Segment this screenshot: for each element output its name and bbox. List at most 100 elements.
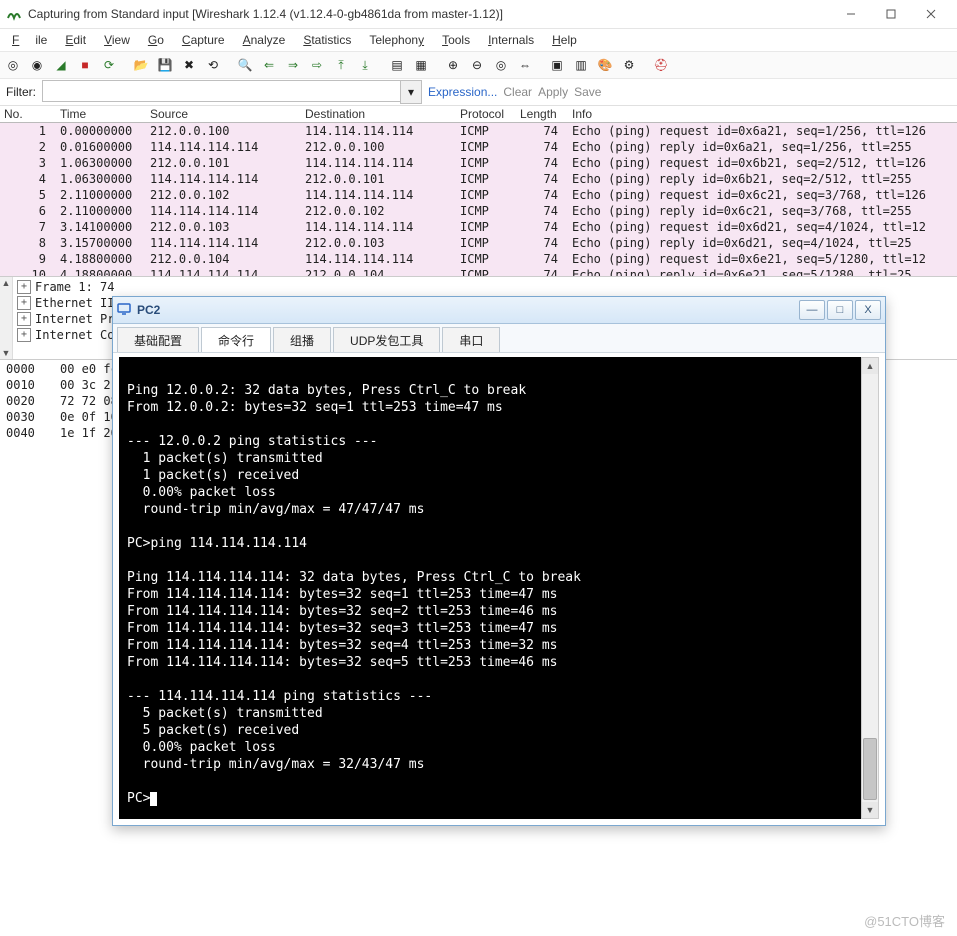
col-source[interactable]: Source bbox=[146, 107, 301, 121]
scroll-up-icon[interactable]: ▲ bbox=[0, 277, 12, 289]
menu-statistics[interactable]: Statistics bbox=[295, 31, 359, 49]
apply-button[interactable]: Apply bbox=[538, 85, 568, 99]
col-length[interactable]: Length bbox=[516, 107, 568, 121]
tab-udp[interactable]: UDP发包工具 bbox=[333, 327, 440, 352]
save-filter-button[interactable]: Save bbox=[574, 85, 601, 99]
maximize-button[interactable] bbox=[871, 2, 911, 26]
table-row[interactable]: 20.01600000114.114.114.114212.0.0.100ICM… bbox=[0, 139, 957, 155]
display-filters-icon[interactable]: ▥ bbox=[570, 54, 592, 76]
capture-filters-icon[interactable]: ▣ bbox=[546, 54, 568, 76]
tab-serial[interactable]: 串口 bbox=[442, 327, 500, 352]
pc2-terminal[interactable]: Ping 12.0.0.2: 32 data bytes, Press Ctrl… bbox=[119, 357, 879, 819]
menu-view[interactable]: View bbox=[96, 31, 138, 49]
filter-label: Filter: bbox=[6, 85, 36, 99]
reload-icon[interactable]: ⟲ bbox=[202, 54, 224, 76]
watermark: @51CTO博客 bbox=[864, 911, 945, 930]
prefs-icon[interactable]: ⚙ bbox=[618, 54, 640, 76]
details-scrollbar[interactable]: ▲ ▼ bbox=[0, 277, 13, 359]
table-row[interactable]: 41.06300000114.114.114.114212.0.0.101ICM… bbox=[0, 171, 957, 187]
interfaces-icon[interactable]: ◎ bbox=[2, 54, 24, 76]
pc2-title: PC2 bbox=[137, 303, 797, 317]
find-icon[interactable]: 🔍 bbox=[234, 54, 256, 76]
menu-help[interactable]: Help bbox=[544, 31, 585, 49]
back-icon[interactable]: ⇐ bbox=[258, 54, 280, 76]
pc2-minimize-button[interactable]: — bbox=[799, 300, 825, 320]
tab-multicast[interactable]: 组播 bbox=[273, 327, 331, 352]
window-title: Capturing from Standard input [Wireshark… bbox=[28, 7, 831, 21]
pc2-tabs: 基础配置 命令行 组播 UDP发包工具 串口 bbox=[113, 324, 885, 353]
coloring-rules-icon[interactable]: 🎨 bbox=[594, 54, 616, 76]
packet-list[interactable]: No. Time Source Destination Protocol Len… bbox=[0, 106, 957, 276]
autoscroll-icon[interactable]: ▦ bbox=[410, 54, 432, 76]
zoom-reset-icon[interactable]: ◎ bbox=[490, 54, 512, 76]
filterbar: Filter: ▾ Expression... Clear Apply Save bbox=[0, 79, 957, 106]
table-row[interactable]: 104.18800000114.114.114.114212.0.0.104IC… bbox=[0, 267, 957, 276]
goto-icon[interactable]: ⇨ bbox=[306, 54, 328, 76]
close-button[interactable] bbox=[911, 2, 951, 26]
table-row[interactable]: 94.18800000212.0.0.104114.114.114.114ICM… bbox=[0, 251, 957, 267]
zoom-out-icon[interactable]: ⊖ bbox=[466, 54, 488, 76]
menu-edit[interactable]: Edit bbox=[57, 31, 94, 49]
packet-list-header: No. Time Source Destination Protocol Len… bbox=[0, 106, 957, 123]
restart-capture-icon[interactable]: ⟳ bbox=[98, 54, 120, 76]
toolbar: ◎ ◉ ◢ ■ ⟳ 📂 💾 ✖ ⟲ 🔍 ⇐ ⇒ ⇨ ⤒ ⤓ ▤ ▦ ⊕ ⊖ ◎ … bbox=[0, 51, 957, 79]
menu-telephony[interactable]: Telephony bbox=[361, 31, 432, 49]
start-capture-icon[interactable]: ◢ bbox=[50, 54, 72, 76]
menu-go[interactable]: Go bbox=[140, 31, 172, 49]
menu-capture[interactable]: Capture bbox=[174, 31, 233, 49]
tab-basic[interactable]: 基础配置 bbox=[117, 327, 199, 352]
tab-cmd[interactable]: 命令行 bbox=[201, 327, 271, 352]
col-info[interactable]: Info bbox=[568, 107, 957, 121]
help-icon[interactable]: ⛑ bbox=[650, 54, 672, 76]
col-time[interactable]: Time bbox=[56, 107, 146, 121]
minimize-button[interactable] bbox=[831, 2, 871, 26]
table-row[interactable]: 10.00000000212.0.0.100114.114.114.114ICM… bbox=[0, 123, 957, 139]
menubar: File Edit View Go Capture Analyze Statis… bbox=[0, 29, 957, 51]
scroll-down-icon[interactable]: ▼ bbox=[0, 347, 12, 359]
pc2-maximize-button[interactable]: □ bbox=[827, 300, 853, 320]
table-row[interactable]: 31.06300000212.0.0.101114.114.114.114ICM… bbox=[0, 155, 957, 171]
col-no[interactable]: No. bbox=[0, 107, 56, 121]
colorize-icon[interactable]: ▤ bbox=[386, 54, 408, 76]
resize-cols-icon[interactable]: ⇔ bbox=[514, 54, 536, 76]
col-destination[interactable]: Destination bbox=[301, 107, 456, 121]
menu-analyze[interactable]: Analyze bbox=[235, 31, 294, 49]
close-file-icon[interactable]: ✖ bbox=[178, 54, 200, 76]
pc2-scrollbar[interactable]: ▲ ▼ bbox=[861, 357, 879, 819]
first-icon[interactable]: ⤒ bbox=[330, 54, 352, 76]
table-row[interactable]: 52.11000000212.0.0.102114.114.114.114ICM… bbox=[0, 187, 957, 203]
terminal-cursor bbox=[150, 792, 157, 806]
table-row[interactable]: 83.15700000114.114.114.114212.0.0.103ICM… bbox=[0, 235, 957, 251]
terminal-output: Ping 12.0.0.2: 32 data bytes, Press Ctrl… bbox=[127, 383, 581, 806]
pc2-scroll-up-icon[interactable]: ▲ bbox=[862, 358, 878, 374]
pc2-window: PC2 — □ X 基础配置 命令行 组播 UDP发包工具 串口 Ping 12… bbox=[112, 296, 886, 826]
expand-icon[interactable]: + bbox=[17, 312, 31, 326]
expand-icon[interactable]: + bbox=[17, 328, 31, 342]
filter-dropdown-icon[interactable]: ▾ bbox=[400, 80, 422, 104]
zoom-in-icon[interactable]: ⊕ bbox=[442, 54, 464, 76]
open-icon[interactable]: 📂 bbox=[130, 54, 152, 76]
expression-button[interactable]: Expression... bbox=[428, 85, 497, 99]
pc2-close-button[interactable]: X bbox=[855, 300, 881, 320]
pc2-icon bbox=[117, 302, 133, 318]
forward-icon[interactable]: ⇒ bbox=[282, 54, 304, 76]
save-icon[interactable]: 💾 bbox=[154, 54, 176, 76]
table-row[interactable]: 62.11000000114.114.114.114212.0.0.102ICM… bbox=[0, 203, 957, 219]
stop-capture-icon[interactable]: ■ bbox=[74, 54, 96, 76]
details-row[interactable]: +Frame 1: 74 bbox=[13, 279, 957, 295]
table-row[interactable]: 73.14100000212.0.0.103114.114.114.114ICM… bbox=[0, 219, 957, 235]
col-protocol[interactable]: Protocol bbox=[456, 107, 516, 121]
menu-internals[interactable]: Internals bbox=[480, 31, 542, 49]
last-icon[interactable]: ⤓ bbox=[354, 54, 376, 76]
expand-icon[interactable]: + bbox=[17, 296, 31, 310]
pc2-scroll-down-icon[interactable]: ▼ bbox=[862, 802, 878, 818]
expand-icon[interactable]: + bbox=[17, 280, 31, 294]
options-icon[interactable]: ◉ bbox=[26, 54, 48, 76]
filter-input[interactable] bbox=[42, 80, 400, 102]
pc2-titlebar: PC2 — □ X bbox=[113, 297, 885, 324]
clear-button[interactable]: Clear bbox=[503, 85, 532, 99]
menu-tools[interactable]: Tools bbox=[434, 31, 478, 49]
menu-file[interactable]: File bbox=[4, 31, 55, 49]
titlebar: Capturing from Standard input [Wireshark… bbox=[0, 0, 957, 29]
pc2-scroll-thumb[interactable] bbox=[863, 738, 877, 800]
